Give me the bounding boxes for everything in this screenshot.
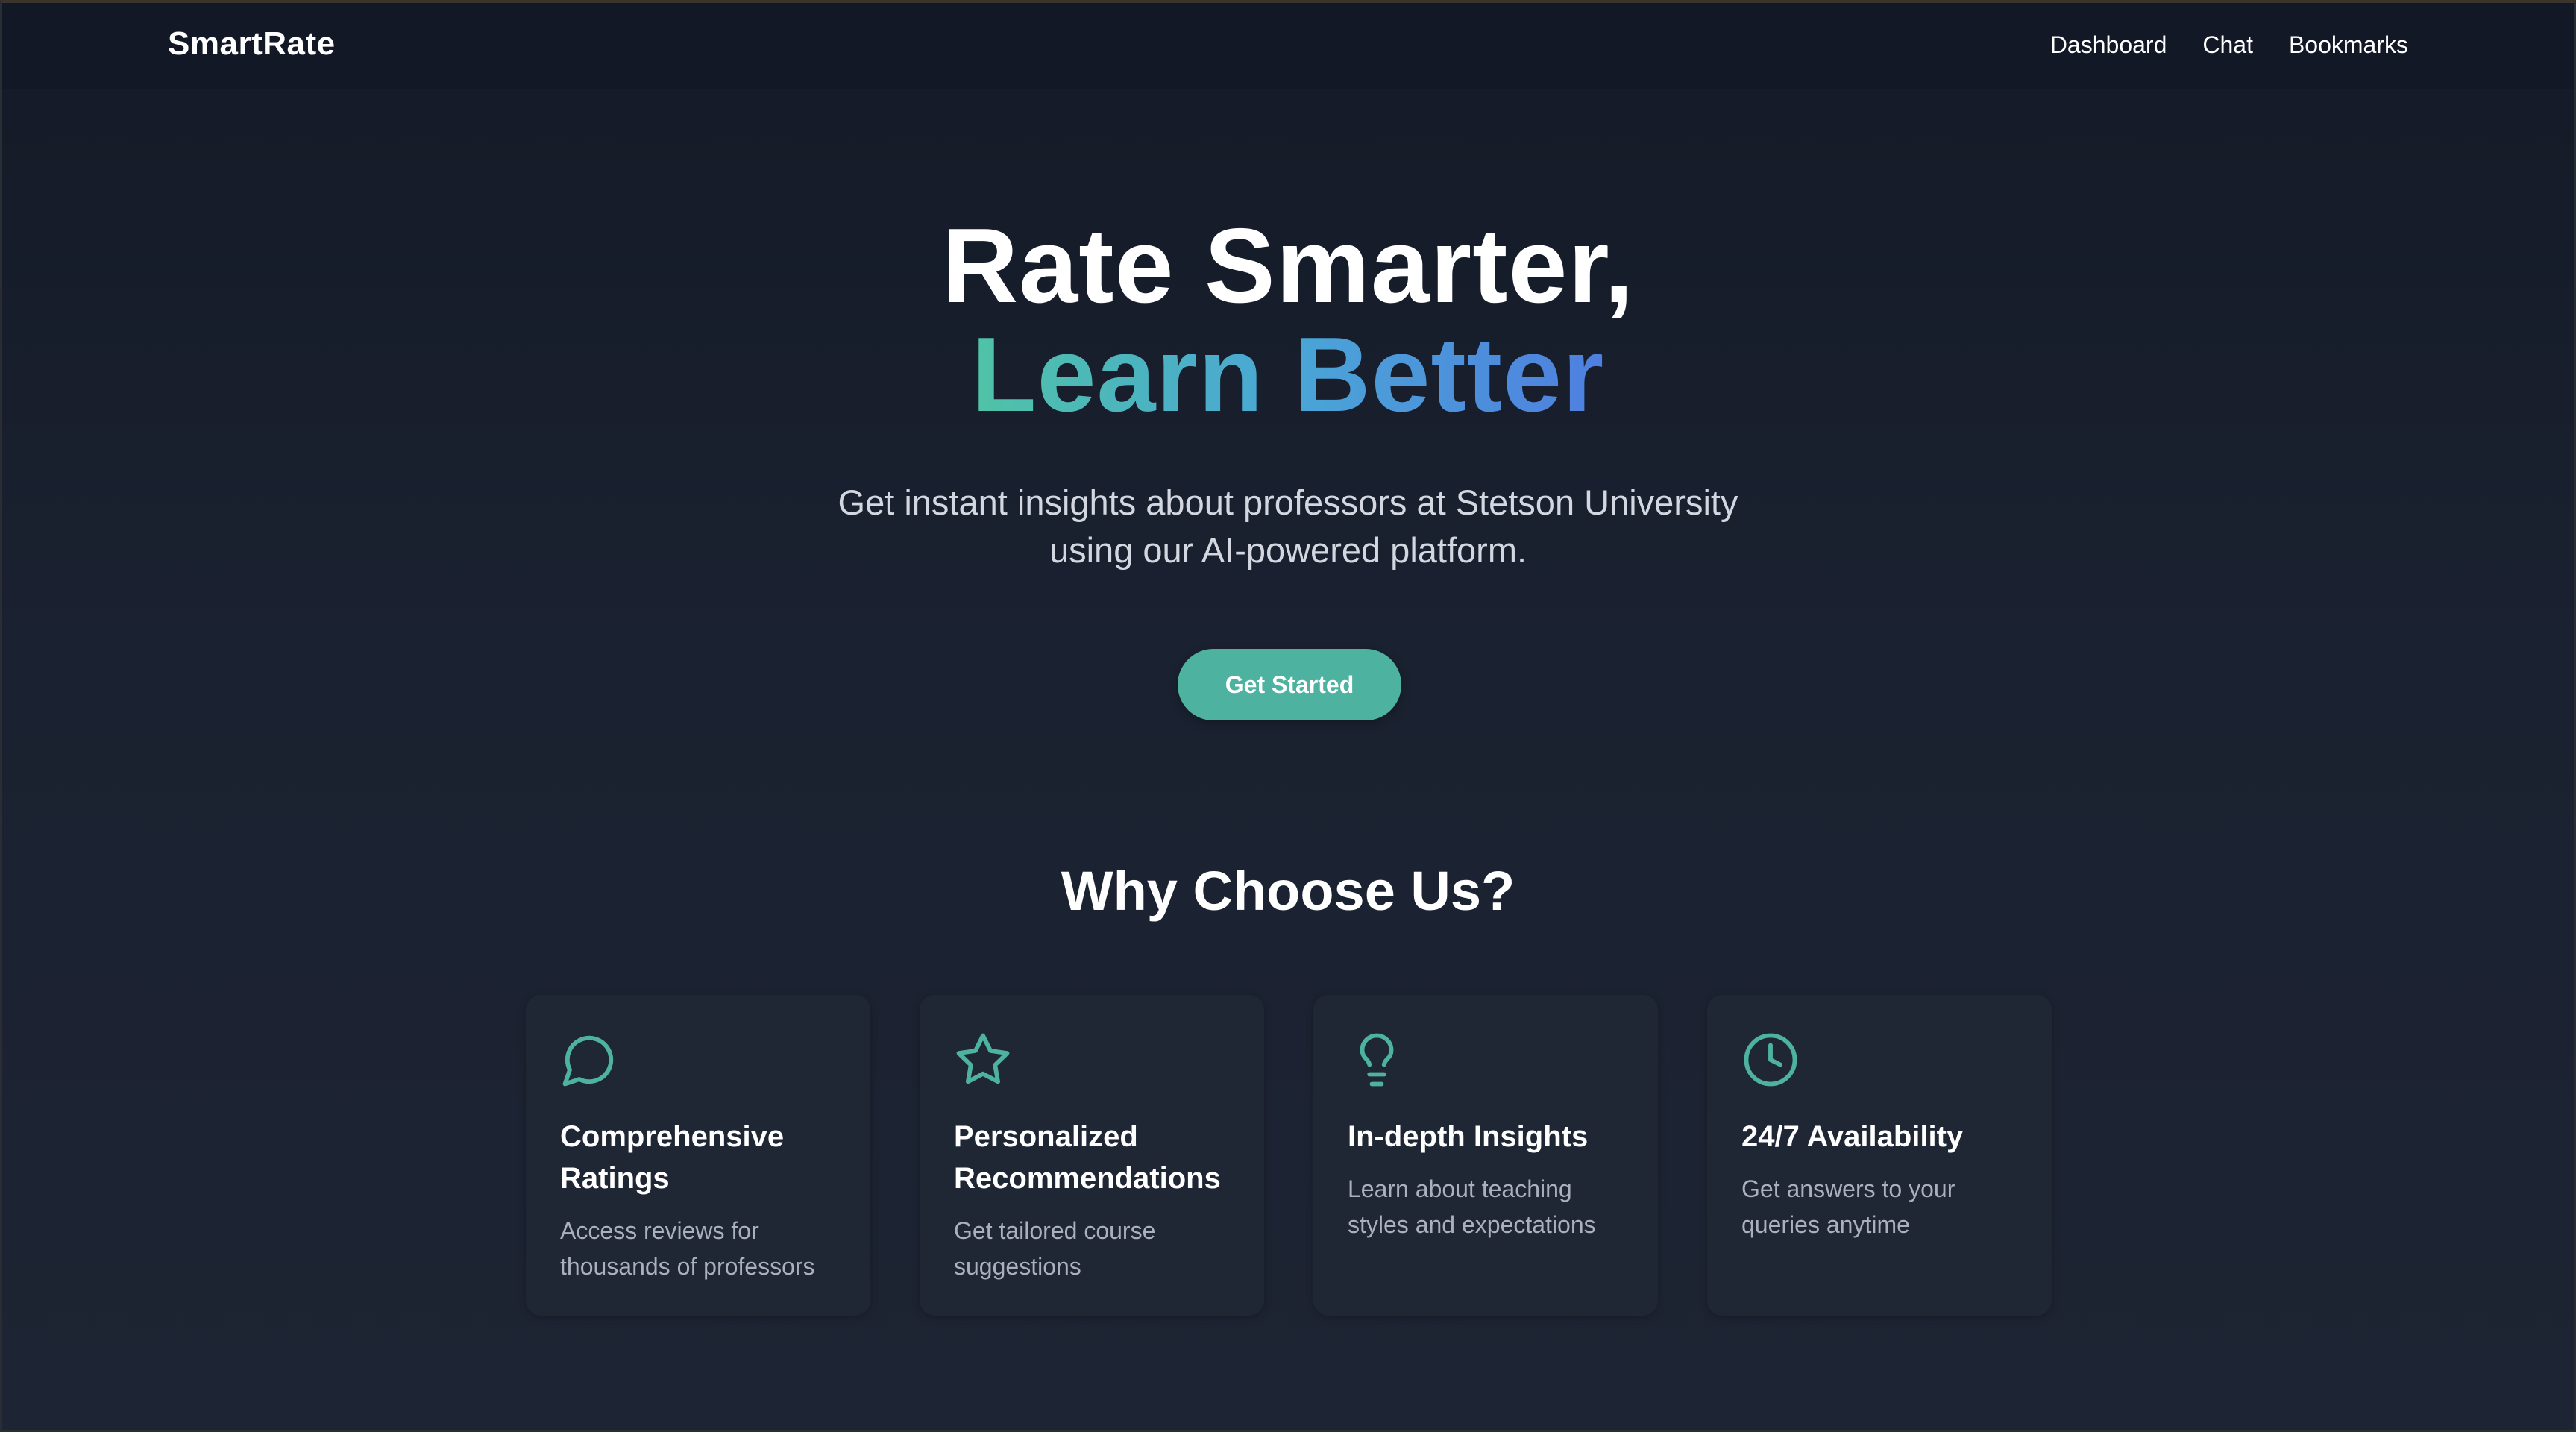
features-heading: Why Choose Us?: [1061, 860, 1515, 922]
feature-card-recommendations: Personalized Recommendations Get tailore…: [920, 995, 1264, 1316]
feature-desc-line1: Get answers to your: [1741, 1175, 1955, 1202]
feature-card-description: Access reviews for thousands of professo…: [560, 1213, 836, 1284]
feature-cards: Comprehensive Ratings Access reviews for…: [526, 995, 2052, 1316]
hero-title-line1: Rate Smarter,: [941, 207, 1635, 325]
feature-card-title: 24/7 Availability: [1741, 1116, 2017, 1158]
feature-desc-line2: styles and expectations: [1348, 1211, 1596, 1238]
nav-link-dashboard[interactable]: Dashboard: [2050, 31, 2167, 59]
clock-icon: [1744, 1033, 1797, 1087]
brand-logo[interactable]: SmartRate: [168, 25, 336, 63]
feature-card-description: Get answers to your queries anytime: [1741, 1171, 2017, 1243]
feature-card-title: Personalized Recommendations: [954, 1116, 1230, 1199]
feature-title-line1: Comprehensive: [560, 1120, 785, 1153]
feature-card-description: Learn about teaching styles and expectat…: [1348, 1171, 1624, 1243]
feature-title-line2: Ratings: [560, 1162, 670, 1195]
feature-card-availability: 24/7 Availability Get answers to your qu…: [1707, 995, 2052, 1316]
feature-card-description: Get tailored course suggestions: [954, 1213, 1230, 1284]
feature-desc-line2: suggestions: [954, 1253, 1081, 1280]
chat-bubble-icon: [562, 1035, 614, 1087]
top-navbar: SmartRate Dashboard Chat Bookmarks: [2, 3, 2574, 89]
feature-desc-line2: thousands of professors: [560, 1253, 815, 1280]
feature-desc-line1: Learn about teaching: [1348, 1175, 1572, 1202]
feature-desc-line2: queries anytime: [1741, 1211, 1910, 1238]
app-window: SmartRate Dashboard Chat Bookmarks Rate …: [0, 0, 2576, 1432]
feature-desc-line1: Access reviews for: [560, 1217, 759, 1244]
feature-desc-line1: Get tailored course: [954, 1217, 1156, 1244]
get-started-button[interactable]: Get Started: [1178, 649, 1401, 720]
nav-links: Dashboard Chat Bookmarks: [2050, 31, 2408, 59]
nav-link-bookmarks[interactable]: Bookmarks: [2289, 31, 2408, 59]
lightbulb-icon: [1360, 1033, 1394, 1087]
feature-title-line2: Recommendations: [954, 1162, 1221, 1195]
feature-card-title: Comprehensive Ratings: [560, 1116, 836, 1199]
feature-card-title: In-depth Insights: [1348, 1116, 1624, 1158]
feature-title-line1: Personalized: [954, 1120, 1138, 1153]
hero-title-line2: Learn Better: [971, 315, 1605, 434]
feature-title-line1: 24/7 Availability: [1741, 1120, 1964, 1153]
hero-subtitle: Get instant insights about professors at…: [2, 479, 2574, 574]
feature-title-line1: In-depth Insights: [1348, 1120, 1589, 1153]
hero-subtitle-line1: Get instant insights about professors at…: [838, 483, 1738, 522]
feature-card-ratings: Comprehensive Ratings Access reviews for…: [526, 995, 870, 1316]
hero-subtitle-line2: using our AI-powered platform.: [1049, 530, 1527, 570]
nav-link-chat[interactable]: Chat: [2202, 31, 2253, 59]
star-icon: [956, 1033, 1010, 1084]
hero-title: Rate Smarter, Learn Better: [2, 212, 2574, 430]
feature-card-insights: In-depth Insights Learn about teaching s…: [1313, 995, 1658, 1316]
